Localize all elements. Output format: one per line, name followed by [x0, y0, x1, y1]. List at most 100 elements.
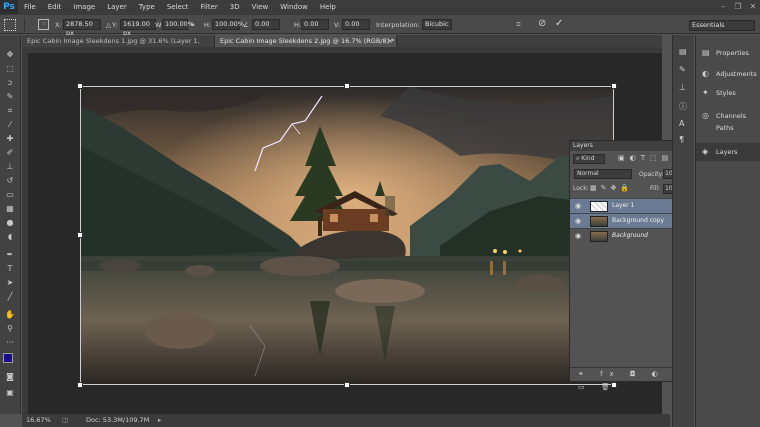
lasso-tool-icon[interactable]: ↄ	[4, 77, 16, 89]
menu-window[interactable]: Window	[274, 0, 314, 14]
delta-icon: △	[106, 21, 111, 29]
marquee-tool-icon[interactable]: ⬚	[4, 63, 16, 75]
type-tool-icon[interactable]: T	[4, 263, 16, 275]
interpolation-label: Interpolation:	[376, 21, 420, 29]
reference-point-icon[interactable]: ⁙	[38, 19, 49, 30]
menu-select[interactable]: Select	[161, 0, 195, 14]
zoom-level[interactable]: 16.67%	[26, 414, 51, 427]
pen-tool-icon[interactable]: ✒	[4, 249, 16, 261]
dock-paths[interactable]: Paths	[696, 123, 760, 133]
status-menu-arrow-icon[interactable]: ▸	[158, 414, 161, 427]
crop-tool-icon[interactable]: ⌗	[4, 105, 16, 117]
y-label: Y:	[112, 21, 118, 29]
info-icon[interactable]: ⓘ	[679, 101, 687, 112]
history-icon[interactable]: ▤	[679, 47, 687, 56]
menu-help[interactable]: Help	[314, 0, 342, 14]
layers-panel-title[interactable]: Layers	[573, 142, 593, 149]
adjustments-icon: ◐	[702, 69, 709, 78]
h-field[interactable]: 100.00%	[212, 19, 244, 30]
menu-edit[interactable]: Edit	[42, 0, 68, 14]
dodge-tool-icon[interactable]: ◖	[4, 231, 16, 243]
horizontal-ruler[interactable]	[22, 47, 662, 53]
history-brush-tool-icon[interactable]: ↺	[4, 175, 16, 187]
warp-icon[interactable]: ⌗	[516, 19, 528, 31]
commit-transform-icon[interactable]: ✓	[555, 18, 567, 30]
opacity-label: Opacity:	[639, 171, 664, 178]
restore-button[interactable]: ❐	[731, 0, 745, 14]
dock-layers[interactable]: ◈ Layers	[696, 143, 760, 161]
w-field[interactable]: 100.00%	[162, 19, 194, 30]
hskew-field[interactable]: 0.00	[301, 19, 329, 30]
dock-label: Properties	[716, 49, 749, 57]
hand-tool-icon[interactable]: ✋	[4, 309, 16, 321]
tab-doc-2[interactable]: Epic Cabin Image Sleekdens 2.jpg @ 16.7%…	[215, 35, 397, 47]
dock-label: Paths	[716, 124, 734, 132]
menu-type[interactable]: Type	[133, 0, 161, 14]
menu-3d[interactable]: 3D	[224, 0, 246, 14]
dock-label: Styles	[716, 89, 736, 97]
dock-adjustments[interactable]: ◐ Adjustments	[696, 65, 760, 83]
blend-mode-select[interactable]: Normal	[574, 169, 632, 179]
menu-layer[interactable]: Layer	[101, 0, 133, 14]
menu-file[interactable]: File	[18, 0, 42, 14]
dock-styles[interactable]: ✦ Styles	[696, 84, 760, 102]
transform-handle[interactable]	[77, 382, 83, 388]
layer-name: Background	[612, 232, 648, 239]
quick-select-tool-icon[interactable]: ✎	[4, 91, 16, 103]
transform-handle[interactable]	[344, 382, 350, 388]
y-field[interactable]: 1619.00 px	[120, 19, 156, 37]
transform-handle[interactable]	[77, 83, 83, 89]
move-transform-icon[interactable]	[4, 19, 16, 31]
quick-mask-icon[interactable]: ◙	[4, 371, 16, 383]
menu-image[interactable]: Image	[67, 0, 101, 14]
move-tool-icon[interactable]: ✥	[4, 49, 16, 61]
filter-kind-select[interactable]: ⌕ Kind	[573, 154, 605, 164]
doc-size: Doc: 53.3M/109.7M	[86, 416, 150, 424]
minimize-button[interactable]: –	[716, 0, 730, 14]
visibility-eye-icon[interactable]: ◉	[575, 217, 584, 226]
brush-tool-icon[interactable]: ✐	[4, 147, 16, 159]
link-icon[interactable]: ⚭	[190, 21, 195, 29]
screen-mode-icon[interactable]: ▣	[4, 387, 16, 399]
eyedropper-tool-icon[interactable]: ⁄	[4, 119, 16, 131]
filter-icons[interactable]: ▣◐T⬚▤	[618, 154, 673, 162]
document-tabs: Epic Cabin Image Sleekdens 1.jpg @ 31.6%…	[22, 35, 662, 57]
character-icon[interactable]: A	[679, 119, 684, 128]
clone-source-icon[interactable]: ⊥	[679, 83, 686, 92]
close-window-button[interactable]: ✕	[746, 0, 760, 14]
eraser-tool-icon[interactable]: ▭	[4, 189, 16, 201]
transform-handle[interactable]	[611, 83, 617, 89]
zoom-tool-icon[interactable]: ⚲	[4, 323, 16, 335]
tab-close-icon[interactable]: ×	[388, 35, 393, 47]
status-icon: ◫	[62, 416, 69, 424]
gradient-tool-icon[interactable]: ▦	[4, 203, 16, 215]
interpolation-select[interactable]: Bicubic	[422, 19, 452, 30]
vertical-ruler[interactable]	[22, 47, 28, 414]
dock-properties[interactable]: ▤ Properties	[696, 44, 760, 62]
brush-presets-icon[interactable]: ✎	[679, 65, 686, 74]
transform-handle[interactable]	[77, 232, 83, 238]
healing-brush-tool-icon[interactable]: ✚	[4, 133, 16, 145]
vskew-field[interactable]: 0.00	[342, 19, 370, 30]
paragraph-icon[interactable]: ¶	[679, 135, 684, 144]
menu-view[interactable]: View	[246, 0, 275, 14]
transform-handle[interactable]	[344, 83, 350, 89]
app-logo: Ps	[0, 0, 18, 14]
workspace-select[interactable]: Essentials	[689, 20, 755, 31]
visibility-eye-icon[interactable]: ◉	[575, 232, 584, 241]
menu-filter[interactable]: Filter	[194, 0, 223, 14]
lock-icons[interactable]: ▦✎✥🔒	[590, 184, 633, 192]
angle-label: ∠	[243, 21, 249, 29]
clone-stamp-tool-icon[interactable]: ⊥	[4, 161, 16, 173]
foreground-color-swatch[interactable]	[3, 353, 13, 363]
tab-doc-1[interactable]: Epic Cabin Image Sleekdens 1.jpg @ 31.6%…	[22, 35, 215, 57]
path-select-tool-icon[interactable]: ➤	[4, 277, 16, 289]
x-field[interactable]: 2878.50 px	[63, 19, 101, 37]
shape-tool-icon[interactable]: ╱	[4, 291, 16, 303]
angle-field[interactable]: 0.00	[252, 19, 280, 30]
cancel-transform-icon[interactable]: ⊘	[538, 18, 550, 30]
blur-tool-icon[interactable]: ●	[4, 217, 16, 229]
canvas-image[interactable]	[80, 86, 614, 385]
visibility-eye-icon[interactable]: ◉	[575, 202, 584, 211]
more-tools-icon[interactable]: ···	[4, 337, 16, 349]
